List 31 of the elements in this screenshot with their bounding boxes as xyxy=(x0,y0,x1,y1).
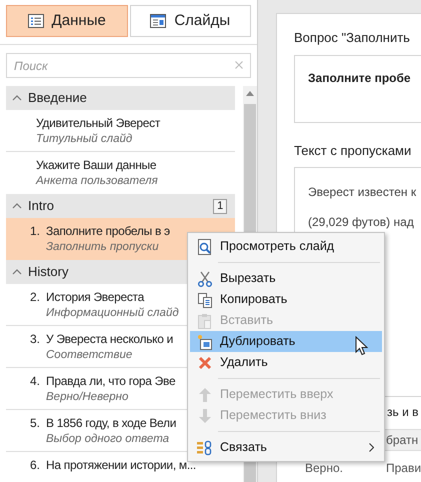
table-cell-text: Верно. xyxy=(304,460,344,477)
item-number: 2. xyxy=(30,289,42,306)
item-number: 1. xyxy=(30,223,42,240)
item-subtitle: Титульный слайд xyxy=(36,132,132,147)
item-number: 4. xyxy=(30,373,42,390)
table-header-cell-text: братн xyxy=(385,432,418,449)
section-label: Текст с пропусками xyxy=(294,142,412,160)
text-line: Эверест известен к xyxy=(308,184,416,201)
section-label: зь и в xyxy=(387,404,418,421)
question-text: Заполните пробе xyxy=(308,70,411,84)
item-number: 3. xyxy=(30,331,42,348)
item-subtitle: Анкета пользователя xyxy=(36,174,158,189)
table-cell-text: Прави xyxy=(385,460,421,477)
item-title: Удивительный Эверест xyxy=(36,115,160,132)
item-subtitle: Выбор одного ответа xyxy=(46,432,170,447)
item-number: 6. xyxy=(30,457,42,474)
item-title: Укажите Ваши данные xyxy=(36,157,156,174)
item-title: На протяжении истории, м... xyxy=(46,457,196,474)
item-subtitle: Верно/Неверно xyxy=(46,390,128,405)
item-subtitle: Соответствие xyxy=(46,348,132,363)
item-title: У Эвереста несколько и xyxy=(46,331,174,348)
item-subtitle: Информационный слайд xyxy=(46,306,179,321)
section-label: Вопрос "Заполнить xyxy=(294,29,410,47)
item-number: 5. xyxy=(30,415,42,432)
item-title: В 1856 году, в ходе Вели xyxy=(46,415,176,432)
item-subtitle: Заполнить пропуски xyxy=(46,240,159,255)
count-badge: 1 xyxy=(213,198,228,214)
item-title: Правда ли, что гора Эве xyxy=(46,373,176,390)
item-title: История Эвереста xyxy=(46,289,144,306)
item-title: Заполните пробелы в э xyxy=(46,223,170,240)
text-line: (29,029 футов) над xyxy=(308,214,414,231)
